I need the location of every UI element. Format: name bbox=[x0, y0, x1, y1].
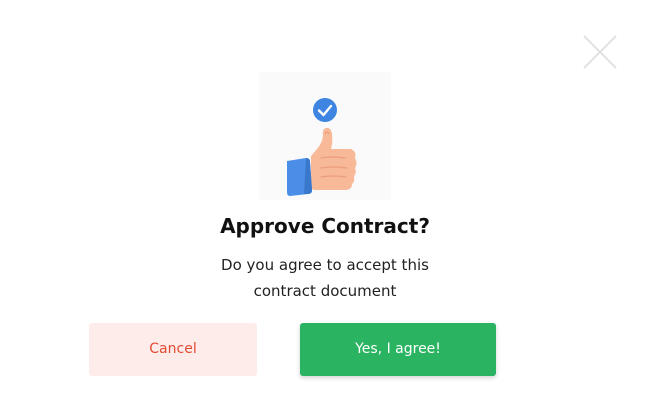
close-button[interactable] bbox=[582, 34, 618, 70]
approve-contract-dialog: Approve Contract? Do you agree to accept… bbox=[0, 0, 650, 418]
check-badge-icon bbox=[313, 98, 337, 122]
dialog-title: Approve Contract? bbox=[220, 214, 430, 238]
dialog-message: Do you agree to accept this contract doc… bbox=[175, 252, 475, 304]
sleeve-cuff-icon bbox=[287, 158, 312, 196]
thumbs-up-hand-icon bbox=[311, 127, 357, 190]
thumbs-up-illustration bbox=[259, 72, 391, 200]
confirm-button[interactable]: Yes, I agree! bbox=[300, 323, 496, 376]
dialog-message-line-1: Do you agree to accept this bbox=[221, 256, 429, 274]
close-icon bbox=[583, 35, 617, 69]
dialog-message-line-2: contract document bbox=[253, 282, 397, 300]
cancel-button[interactable]: Cancel bbox=[89, 323, 257, 376]
